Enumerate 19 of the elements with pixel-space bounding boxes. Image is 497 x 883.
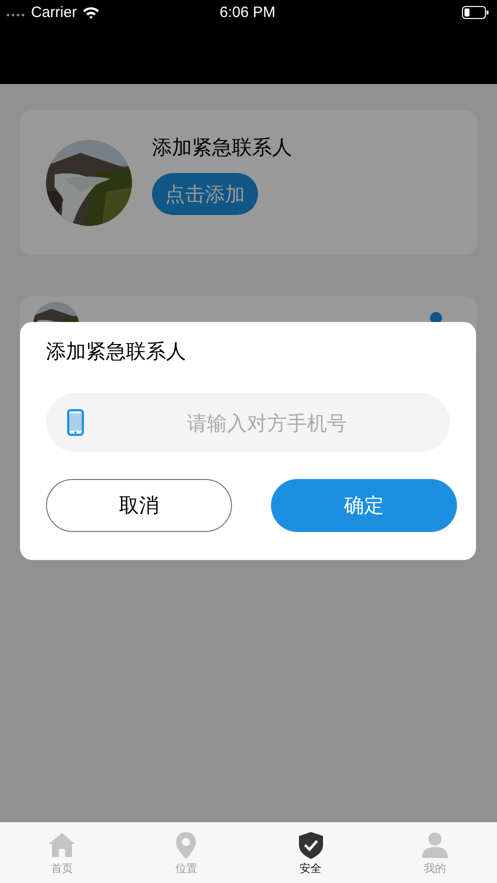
confirm-button[interactable]: 确定 xyxy=(271,479,457,532)
phone-input-field[interactable]: 请输入对方手机号 xyxy=(46,393,450,452)
battery-icon xyxy=(462,6,489,18)
tab-item[interactable]: 位置 xyxy=(124,823,248,883)
add-button[interactable]: 点击添加 xyxy=(152,173,258,215)
person-icon xyxy=(420,831,449,860)
tab-item[interactable]: 我的 xyxy=(372,823,497,883)
tab-item[interactable]: 安全 xyxy=(248,823,373,883)
signal-icon xyxy=(6,13,26,17)
tab-item[interactable]: 首页 xyxy=(0,823,124,883)
home-icon xyxy=(48,831,76,860)
dialog-title: 添加紧急联系人 xyxy=(46,338,186,365)
wifi-icon xyxy=(82,6,100,18)
card-title: 添加紧急联系人 xyxy=(152,134,292,161)
shield-check-icon xyxy=(296,831,325,860)
clock-time: 6:06 PM xyxy=(220,4,276,20)
cancel-button[interactable]: 取消 xyxy=(46,479,232,532)
carrier-name: Carrier xyxy=(31,4,77,20)
phone-icon xyxy=(67,409,84,436)
